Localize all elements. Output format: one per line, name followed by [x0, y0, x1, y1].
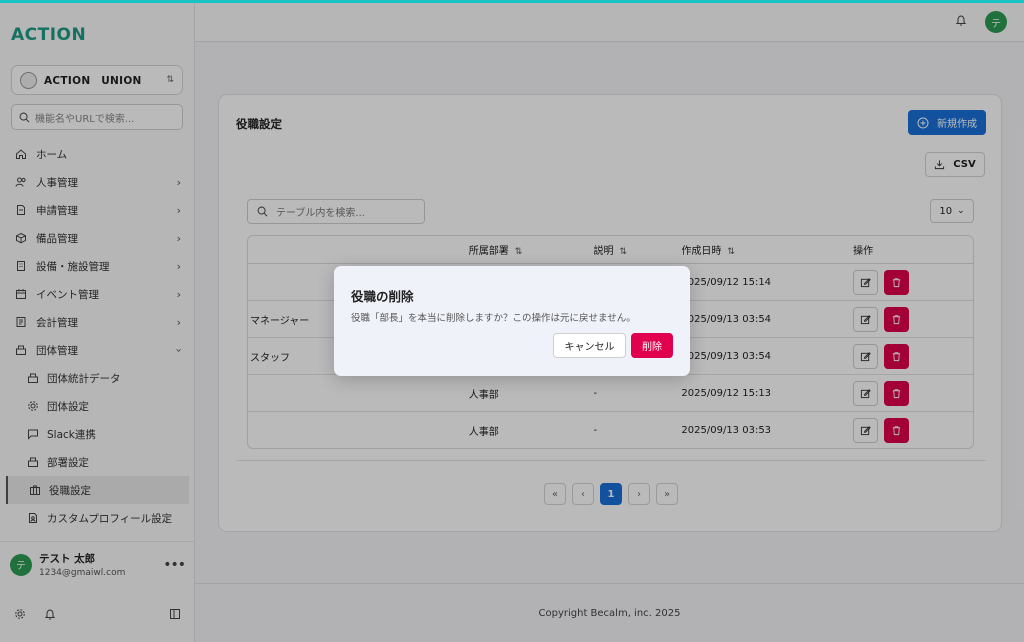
- confirm-delete-button[interactable]: 削除: [631, 333, 673, 358]
- dialog-title: 役職の削除: [351, 289, 414, 304]
- cancel-button[interactable]: キャンセル: [553, 333, 626, 358]
- delete-confirm-dialog: 役職の削除 役職「部長」を本当に削除しますか？この操作は元に戻せません。 キャン…: [334, 266, 690, 376]
- top-accent-line: [0, 0, 1024, 3]
- dialog-message: 役職「部長」を本当に削除しますか？この操作は元に戻せません。: [351, 313, 636, 324]
